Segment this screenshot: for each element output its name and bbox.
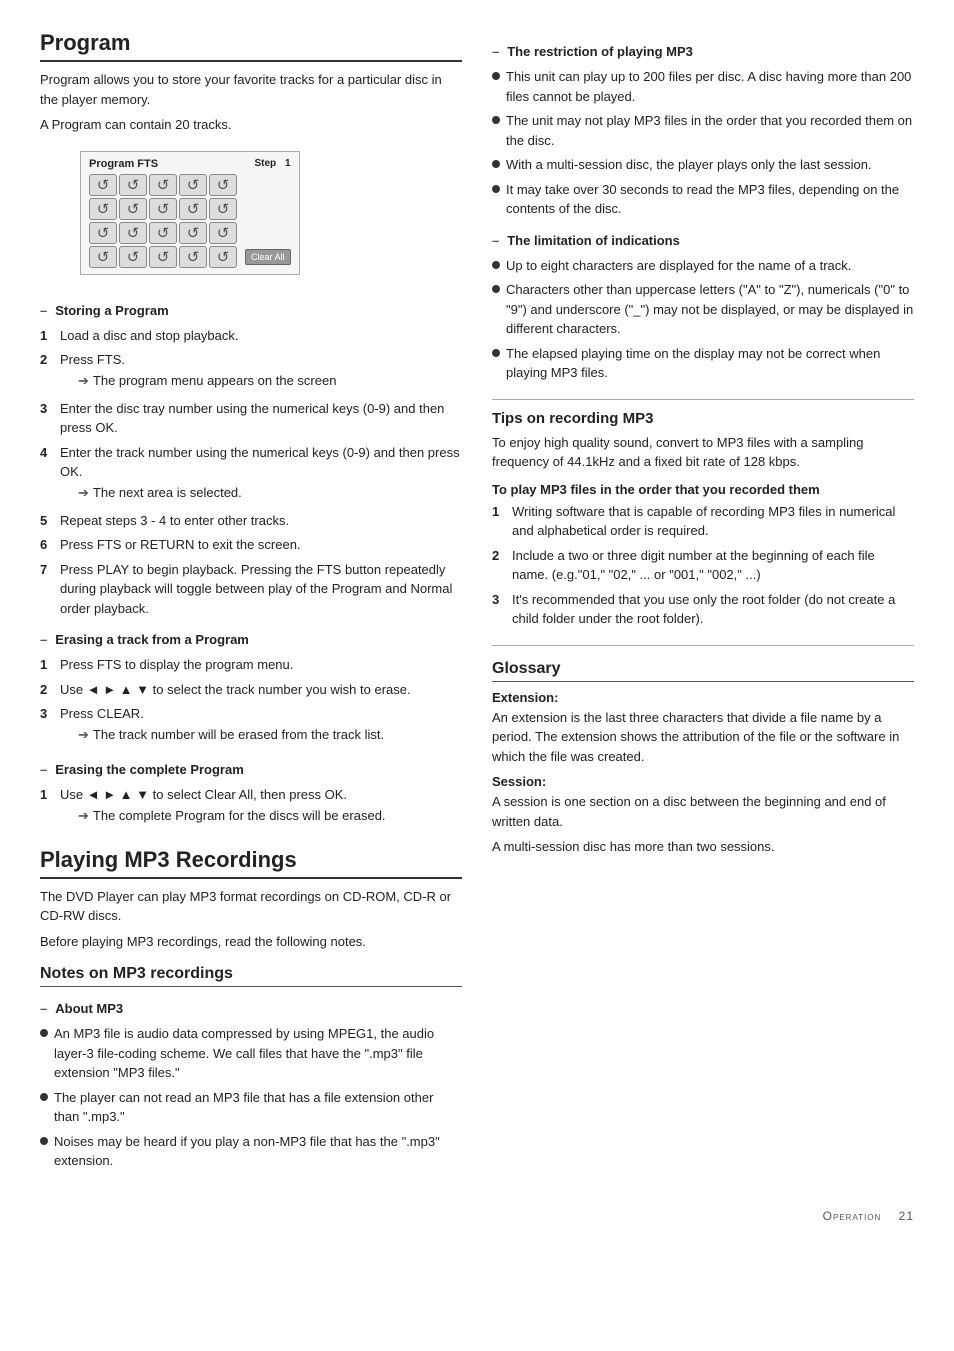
right-column: – The restriction of playing MP3 This un… bbox=[492, 30, 914, 1179]
tips-heading: Tips on recording MP3 bbox=[492, 410, 914, 427]
limitation-list: Up to eight characters are displayed for… bbox=[492, 256, 914, 383]
fts-cell: ↺ bbox=[179, 222, 207, 244]
fts-cell: ↺ bbox=[209, 174, 237, 196]
erase-complete-step-1: 1 Use ◄ ► ▲ ▼ to select Clear All, then … bbox=[40, 785, 462, 829]
arrow-item: ➔ The next area is selected. bbox=[78, 484, 462, 502]
erasing-complete-heading: – Erasing the complete Program bbox=[40, 762, 462, 777]
fts-row-4: ↺ ↺ ↺ ↺ ↺ Clear All bbox=[89, 246, 291, 268]
arrow-item: ➔ The track number will be erased from t… bbox=[78, 726, 462, 744]
glossary-extension: Extension: An extension is the last thre… bbox=[492, 690, 914, 767]
fts-cell: ↺ bbox=[119, 198, 147, 220]
storing-step-7: 7 Press PLAY to begin playback. Pressing… bbox=[40, 560, 462, 619]
fts-row-1: ↺ ↺ ↺ ↺ ↺ bbox=[89, 174, 291, 196]
restriction-bullet-3: With a multi-session disc, the player pl… bbox=[492, 155, 914, 175]
storing-step-2: 2 Press FTS. ➔ The program menu appears … bbox=[40, 350, 462, 394]
limitation-bullet-2: Characters other than uppercase letters … bbox=[492, 280, 914, 339]
fts-cell: ↺ bbox=[179, 198, 207, 220]
program-intro-2: A Program can contain 20 tracks. bbox=[40, 115, 462, 135]
step-label: Step bbox=[255, 158, 277, 169]
program-title: Program bbox=[40, 30, 462, 62]
erase-track-step-3: 3 Press CLEAR. ➔ The track number will b… bbox=[40, 704, 462, 748]
fts-cell: ↺ bbox=[89, 198, 117, 220]
glossary-separator bbox=[492, 645, 914, 646]
erase-track-step-2: 2 Use ◄ ► ▲ ▼ to select the track number… bbox=[40, 680, 462, 700]
to-play-step-3: 3 It's recommended that you use only the… bbox=[492, 590, 914, 629]
session-term: Session: bbox=[492, 774, 914, 789]
erasing-complete-list: 1 Use ◄ ► ▲ ▼ to select Clear All, then … bbox=[40, 785, 462, 829]
fts-row-2: ↺ ↺ ↺ ↺ ↺ bbox=[89, 198, 291, 220]
notes-mp3-heading: Notes on MP3 recordings bbox=[40, 965, 462, 987]
erase-track-step-1: 1 Press FTS to display the program menu. bbox=[40, 655, 462, 675]
glossary-session: Session: A session is one section on a d… bbox=[492, 774, 914, 857]
fts-cell: ↺ bbox=[89, 174, 117, 196]
storing-heading: – Storing a Program bbox=[40, 303, 462, 318]
mp3-intro-2: Before playing MP3 recordings, read the … bbox=[40, 932, 462, 952]
erasing-track-heading: – Erasing a track from a Program bbox=[40, 632, 462, 647]
restriction-bullet-2: The unit may not play MP3 files in the o… bbox=[492, 111, 914, 150]
fts-cell: ↺ bbox=[119, 174, 147, 196]
mp3-section: Playing MP3 Recordings The DVD Player ca… bbox=[40, 847, 462, 1171]
mp3-bullet-2: The player can not read an MP3 file that… bbox=[40, 1088, 462, 1127]
program-intro-1: Program allows you to store your favorit… bbox=[40, 70, 462, 109]
fts-cell: ↺ bbox=[149, 174, 177, 196]
fts-cell: ↺ bbox=[89, 222, 117, 244]
mp3-title: Playing MP3 Recordings bbox=[40, 847, 462, 879]
restriction-list: This unit can play up to 200 files per d… bbox=[492, 67, 914, 219]
fts-cell: ↺ bbox=[149, 222, 177, 244]
tips-intro: To enjoy high quality sound, convert to … bbox=[492, 433, 914, 472]
fts-cell: ↺ bbox=[179, 174, 207, 196]
glossary-heading: Glossary bbox=[492, 660, 914, 682]
program-section: Program Program allows you to store your… bbox=[40, 30, 462, 829]
arrow-item: ➔ The complete Program for the discs wil… bbox=[78, 807, 462, 825]
to-play-step-1: 1 Writing software that is capable of re… bbox=[492, 502, 914, 541]
mp3-intro-1: The DVD Player can play MP3 format recor… bbox=[40, 887, 462, 926]
storing-steps-list: 1 Load a disc and stop playback. 2 Press… bbox=[40, 326, 462, 619]
storing-step-4: 4 Enter the track number using the numer… bbox=[40, 443, 462, 506]
arrow-item: ➔ The program menu appears on the screen bbox=[78, 372, 462, 390]
session-def1: A session is one section on a disc betwe… bbox=[492, 792, 914, 831]
footer-label: Operation bbox=[823, 1209, 882, 1223]
limitation-bullet-3: The elapsed playing time on the display … bbox=[492, 344, 914, 383]
limitation-heading: – The limitation of indications bbox=[492, 233, 914, 248]
extension-def: An extension is the last three character… bbox=[492, 708, 914, 767]
storing-step-1: 1 Load a disc and stop playback. bbox=[40, 326, 462, 346]
about-mp3-list: An MP3 file is audio data compressed by … bbox=[40, 1024, 462, 1171]
fts-grid: ↺ ↺ ↺ ↺ ↺ ↺ ↺ ↺ ↺ ↺ bbox=[89, 174, 291, 268]
fts-label: Program FTS bbox=[89, 158, 158, 170]
page-footer: Operation 21 bbox=[40, 1209, 914, 1223]
erasing-track-list: 1 Press FTS to display the program menu.… bbox=[40, 655, 462, 748]
storing-step-5: 5 Repeat steps 3 - 4 to enter other trac… bbox=[40, 511, 462, 531]
left-column: Program Program allows you to store your… bbox=[40, 30, 462, 1179]
about-mp3-heading: – About MP3 bbox=[40, 1001, 462, 1016]
program-fts-box: Program FTS Step 1 ↺ ↺ ↺ ↺ ↺ bbox=[80, 151, 300, 275]
extension-term: Extension: bbox=[492, 690, 914, 705]
tips-separator bbox=[492, 399, 914, 400]
storing-step-3: 3 Enter the disc tray number using the n… bbox=[40, 399, 462, 438]
fts-cell: ↺ bbox=[209, 198, 237, 220]
clear-all-button[interactable]: Clear All bbox=[245, 249, 291, 265]
step-value: 1 bbox=[285, 158, 291, 169]
fts-cell: ↺ bbox=[119, 222, 147, 244]
restriction-heading: – The restriction of playing MP3 bbox=[492, 44, 914, 59]
storing-step-6: 6 Press FTS or RETURN to exit the screen… bbox=[40, 535, 462, 555]
fts-cell: ↺ bbox=[209, 222, 237, 244]
to-play-heading: To play MP3 files in the order that you … bbox=[492, 482, 914, 497]
footer-page: 21 bbox=[899, 1209, 914, 1223]
fts-cell: ↺ bbox=[89, 246, 117, 268]
fts-cell: ↺ bbox=[179, 246, 207, 268]
mp3-bullet-1: An MP3 file is audio data compressed by … bbox=[40, 1024, 462, 1083]
fts-cell: ↺ bbox=[119, 246, 147, 268]
session-def2: A multi-session disc has more than two s… bbox=[492, 837, 914, 857]
fts-cell: ↺ bbox=[149, 198, 177, 220]
limitation-bullet-1: Up to eight characters are displayed for… bbox=[492, 256, 914, 276]
to-play-list: 1 Writing software that is capable of re… bbox=[492, 502, 914, 629]
to-play-step-2: 2 Include a two or three digit number at… bbox=[492, 546, 914, 585]
restriction-bullet-1: This unit can play up to 200 files per d… bbox=[492, 67, 914, 106]
fts-row-3: ↺ ↺ ↺ ↺ ↺ bbox=[89, 222, 291, 244]
mp3-bullet-3: Noises may be heard if you play a non-MP… bbox=[40, 1132, 462, 1171]
fts-cell: ↺ bbox=[209, 246, 237, 268]
restriction-bullet-4: It may take over 30 seconds to read the … bbox=[492, 180, 914, 219]
fts-cell: ↺ bbox=[149, 246, 177, 268]
